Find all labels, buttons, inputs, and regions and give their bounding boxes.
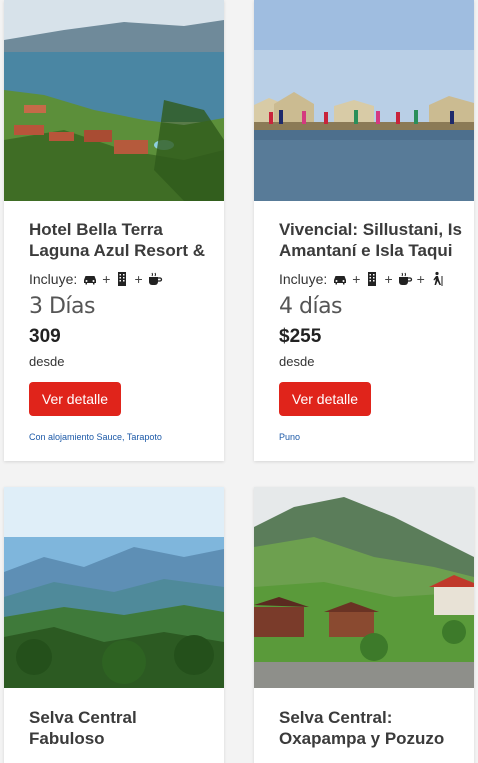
tour-photo-selva-central[interactable] <box>4 487 224 688</box>
coffee-icon <box>147 271 163 287</box>
price-from-label: desde <box>279 354 315 369</box>
tour-location: Con alojamiento Sauce, Tarapoto <box>29 432 162 442</box>
tour-duration: 4 días <box>279 294 343 319</box>
tour-card-2[interactable]: Vivencial: Sillustani, Is Amantaní e Isl… <box>254 0 474 461</box>
plus-separator: + <box>102 271 111 287</box>
tour-duration: 3 Días <box>29 294 96 319</box>
car-icon <box>82 271 98 287</box>
includes-label: Incluye: <box>29 271 78 287</box>
valley-mountains-image <box>4 487 224 688</box>
tour-title-line-2: Amantaní e Isla Taqui <box>279 241 453 260</box>
tour-location: Puno <box>279 432 301 442</box>
oxapampa-village-image <box>254 487 474 688</box>
tour-photo-laguna-azul[interactable] <box>4 0 224 201</box>
coffee-icon <box>397 271 413 287</box>
building-icon <box>114 271 130 287</box>
tour-title-line-2: Laguna Azul Resort & <box>29 241 205 260</box>
tour-title-line-1: Vivencial: Sillustani, Is <box>279 220 462 239</box>
tour-title[interactable]: Hotel Bella Terra Laguna Azul Resort & <box>29 219 219 261</box>
tour-title-line-2: Oxapampa y Pozuzo <box>279 729 445 748</box>
view-details-button[interactable]: Ver detalle <box>279 382 371 416</box>
tour-title[interactable]: Selva Central: Oxapampa y Pozuzo <box>279 707 469 749</box>
includes-row: Incluye: + + + <box>279 271 447 287</box>
tour-title[interactable]: Selva Central Fabuloso <box>29 707 219 749</box>
tour-price: 309 <box>29 326 61 347</box>
hiking-icon <box>429 271 445 287</box>
tour-card-3[interactable]: Selva Central Fabuloso <box>4 487 224 763</box>
view-details-button[interactable]: Ver detalle <box>29 382 121 416</box>
lake-resort-image <box>4 0 224 201</box>
plus-separator: + <box>416 271 425 287</box>
includes-label: Incluye: <box>279 271 328 287</box>
tour-title[interactable]: Vivencial: Sillustani, Is Amantaní e Isl… <box>279 219 469 261</box>
tour-photo-oxapampa[interactable] <box>254 487 474 688</box>
car-icon <box>332 271 348 287</box>
building-icon <box>364 271 380 287</box>
tour-price: $255 <box>279 326 322 347</box>
plus-separator: + <box>384 271 393 287</box>
tour-title-line-1: Selva Central: <box>279 708 393 727</box>
floating-islands-image <box>254 0 474 201</box>
price-from-label: desde <box>29 354 65 369</box>
includes-row: Incluye: + + <box>29 271 165 287</box>
tour-title-line-1: Hotel Bella Terra <box>29 220 163 239</box>
tour-title-line-1: Selva Central <box>29 708 137 727</box>
tour-title-line-2: Fabuloso <box>29 729 105 748</box>
tour-photo-titicaca[interactable] <box>254 0 474 201</box>
plus-separator: + <box>134 271 143 287</box>
tour-card-4[interactable]: Selva Central: Oxapampa y Pozuzo <box>254 487 474 763</box>
tour-card-1[interactable]: Hotel Bella Terra Laguna Azul Resort & I… <box>4 0 224 461</box>
plus-separator: + <box>352 271 361 287</box>
